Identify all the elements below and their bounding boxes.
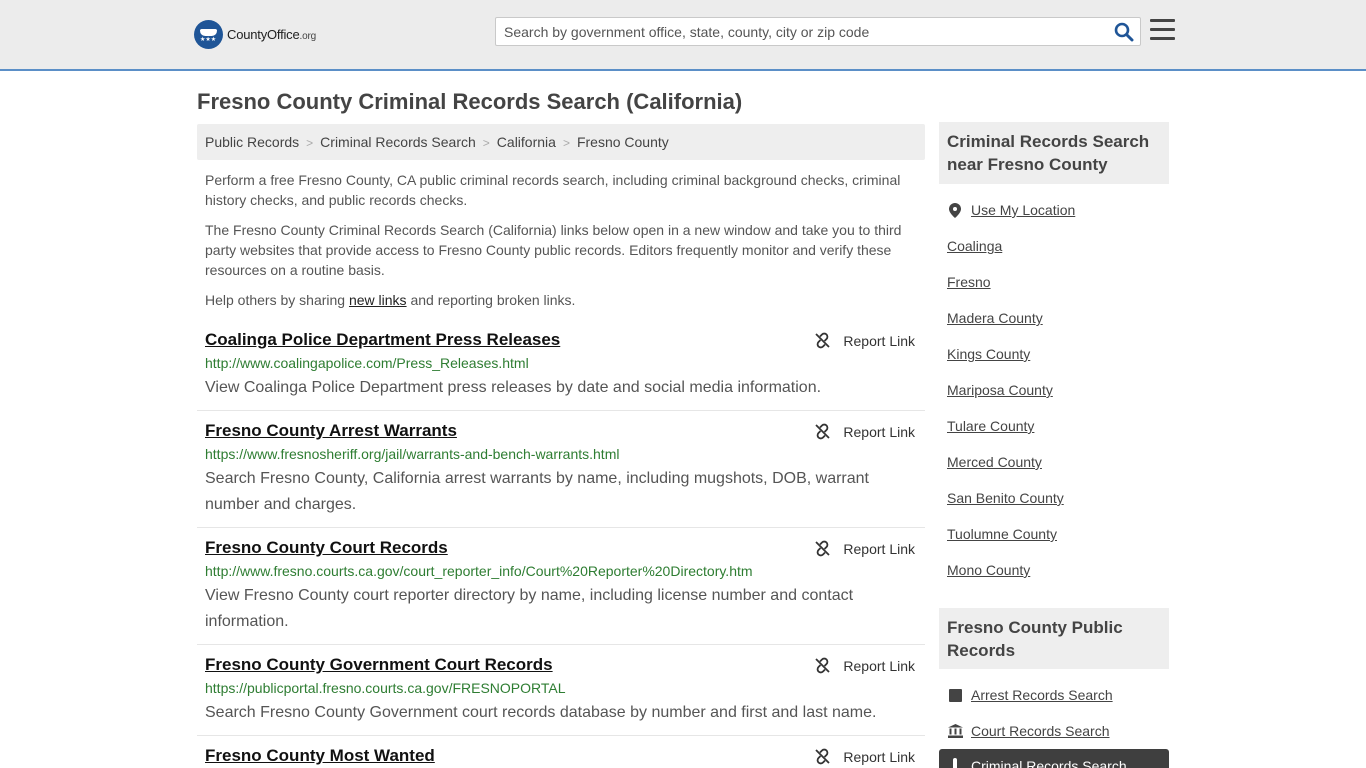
site-logo[interactable]: CountyOffice.org [194,20,316,49]
site-header: CountyOffice.org [0,0,1366,71]
criminal-records-search-active-item[interactable]: Criminal Records Search [939,749,1169,768]
list-item: Fresno County Arrest Warrants https://ww… [197,415,925,528]
list-item: Fresno County Most Wanted Report Link [197,740,925,768]
chevron-right-icon: > [482,136,490,150]
entry-description: Search Fresno County Government court re… [205,704,877,721]
entry-title-link[interactable]: Fresno County Arrest Warrants [205,421,457,441]
nearby-link-fresno[interactable]: Fresno [947,274,991,290]
map-pin-icon [947,202,963,218]
entry-description: View Coalinga Police Department press re… [205,379,822,396]
list-item: Fresno County Government Court Records h… [197,649,925,736]
nearby-link-mono-county[interactable]: Mono County [947,562,1030,578]
report-link-button[interactable]: Report Link [814,657,915,674]
report-link-label: Report Link [843,540,915,557]
report-link-label: Report Link [843,657,915,674]
court-records-row: Court Records Search [947,723,1110,739]
intro-paragraph-3: Help others by sharing new links and rep… [205,292,576,308]
criminal-records-search-link[interactable]: Criminal Records Search [971,758,1127,768]
breadcrumb-public-records[interactable]: Public Records [205,134,299,150]
list-item: Fresno County Court Records http://www.f… [197,532,925,645]
entry-url-link[interactable]: http://www.fresno.courts.ca.gov/court_re… [205,563,917,579]
nearby-link-merced-county[interactable]: Merced County [947,454,1042,470]
logo-suffix: .org [299,31,317,42]
breadcrumb-california[interactable]: California [497,134,556,150]
chevron-right-icon: > [562,136,570,150]
chevron-right-icon: > [306,136,314,150]
report-link-button[interactable]: Report Link [814,540,915,557]
intro-paragraph-1: Perform a free Fresno County, CA public … [205,172,901,208]
broken-link-icon [815,748,831,765]
entry-description: View Fresno County court reporter direct… [205,587,854,630]
search-box [495,17,1141,46]
entry-title-link[interactable]: Coalinga Police Department Press Release… [205,330,560,350]
courthouse-icon [947,723,963,739]
report-link-label: Report Link [843,332,915,349]
breadcrumb: Public Records > Criminal Records Search > C… [197,124,925,160]
report-link-label: Report Link [843,748,915,765]
list-item: Coalinga Police Department Press Release… [197,324,925,411]
report-link-button[interactable]: Report Link [814,423,915,440]
nearby-link-tulare-county[interactable]: Tulare County [947,418,1034,434]
use-my-location-row: Use My Location [947,202,1075,218]
report-link-label: Report Link [843,423,915,440]
entry-title-link[interactable]: Fresno County Government Court Records [205,655,553,675]
broken-link-icon [815,657,831,674]
court-records-search-link[interactable]: Court Records Search [971,723,1110,739]
eagle-seal-icon [194,20,223,49]
search-input[interactable] [496,18,1096,45]
nearby-link-kings-county[interactable]: Kings County [947,346,1030,362]
entry-url-link[interactable]: https://www.fresnosheriff.org/jail/warra… [205,446,917,462]
report-link-button[interactable]: Report Link [814,332,915,349]
entry-title-link[interactable]: Fresno County Most Wanted [205,746,435,766]
entry-url-link[interactable]: http://www.coalingapolice.com/Press_Rele… [205,355,917,371]
report-link-button[interactable]: Report Link [814,748,915,765]
handcuffs-icon [947,758,963,768]
arrest-records-search-link[interactable]: Arrest Records Search [971,687,1113,703]
nearby-heading: Criminal Records Search near Fresno Coun… [939,122,1169,184]
broken-link-icon [815,540,831,557]
intro-paragraph-2: The Fresno County Criminal Records Searc… [205,222,902,278]
nearby-link-tuolumne-county[interactable]: Tuolumne County [947,526,1057,542]
breadcrumb-criminal-records-search[interactable]: Criminal Records Search [320,134,476,150]
square-icon [947,687,963,703]
nearby-link-san-benito-county[interactable]: San Benito County [947,490,1064,506]
nearby-link-madera-county[interactable]: Madera County [947,310,1043,326]
logo-text: CountyOffice [227,27,300,42]
page-title: Fresno County Criminal Records Search (C… [197,89,743,114]
public-records-heading: Fresno County Public Records [939,608,1169,669]
breadcrumb-fresno-county: Fresno County [576,134,669,150]
use-my-location-link[interactable]: Use My Location [971,202,1075,218]
entry-description: Search Fresno County, California arrest … [205,470,869,513]
broken-link-icon [815,332,831,349]
search-icon[interactable] [1114,22,1134,42]
hamburger-menu-icon[interactable] [1150,19,1175,41]
nearby-link-mariposa-county[interactable]: Mariposa County [947,382,1053,398]
entry-title-link[interactable]: Fresno County Court Records [205,538,448,558]
arrest-records-row: Arrest Records Search [947,687,1113,703]
broken-link-icon [815,423,831,440]
entry-url-link[interactable]: https://publicportal.fresno.courts.ca.go… [205,680,917,696]
new-links-link[interactable]: new links [349,292,407,308]
nearby-link-coalinga[interactable]: Coalinga [947,238,1002,254]
